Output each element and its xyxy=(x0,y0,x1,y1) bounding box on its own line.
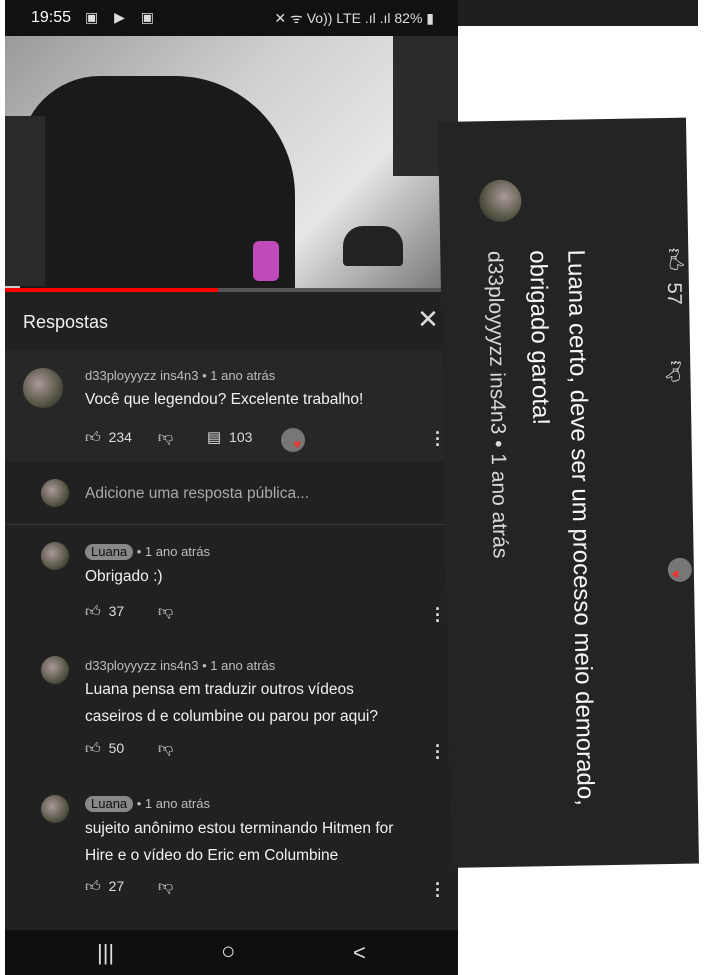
recent-apps-icon[interactable]: ||| xyxy=(97,940,114,966)
more-options-icon[interactable]: · · · xyxy=(433,875,443,905)
comment-time: • 1 ano atrás xyxy=(198,368,276,383)
comment-meta: Luana • 1 ano atrás xyxy=(85,796,210,812)
comment-line: caseiros d e columbine ou parou por aqui… xyxy=(85,708,378,725)
more-options-icon[interactable]: · · · xyxy=(433,737,443,767)
comment-line: sujeito anônimo estou terminando Hitmen … xyxy=(85,820,394,837)
like-count: 57 xyxy=(662,282,686,305)
replies-header: Respostas ✕ xyxy=(5,292,458,350)
comment-text: Luana pensa em traduzir outros vídeos ca… xyxy=(85,676,378,730)
comment-text: Obrigado :) xyxy=(85,568,163,585)
like-icon[interactable]: 👍︎ xyxy=(85,740,101,758)
like-count: 234 xyxy=(108,429,132,445)
comment-actions: 👍︎ 57 👎︎ ♥ ••• xyxy=(661,248,693,583)
reply-icon[interactable]: ▤ xyxy=(207,428,221,446)
panel-title: Respostas xyxy=(23,312,109,332)
like-icon[interactable]: 👍︎ xyxy=(85,429,101,447)
like-icon[interactable]: 👍︎ xyxy=(661,248,688,271)
like-count: 27 xyxy=(108,878,125,894)
rotated-comment-content: d33ployyyzz ins4n3 • 1 ano atrás Luana c… xyxy=(438,118,699,868)
reply-input-row[interactable]: Adicione uma resposta pública... xyxy=(5,462,445,525)
comment-actions: 👍︎ 37 👎︎ xyxy=(85,603,173,623)
user-avatar xyxy=(41,479,69,507)
comment-meta: d33ployyyzz ins4n3 • 1 ano atrás xyxy=(482,251,511,559)
close-icon[interactable]: ✕ xyxy=(416,306,440,332)
back-icon[interactable]: < xyxy=(353,940,366,966)
avatar[interactable] xyxy=(41,656,69,684)
home-icon[interactable]: ○ xyxy=(221,938,236,966)
reply-input[interactable]: Adicione uma resposta pública... xyxy=(85,485,309,503)
comment-author[interactable]: d33ployyyzz ins4n3 xyxy=(85,658,198,673)
dislike-icon[interactable]: 👎︎ xyxy=(158,429,173,447)
like-count: 50 xyxy=(108,740,125,756)
status-bar: 19:55 ▣ ▶ ▣ ✕ ᯤ Vo)) LTE .ıl .ıl 82% ▮ xyxy=(5,0,458,36)
comment-meta: d33ployyyzz ins4n3 • 1 ano atrás xyxy=(85,368,275,383)
comment-actions: 👍︎ 50 👎︎ xyxy=(85,740,173,760)
comment-meta: d33ployyyzz ins4n3 • 1 ano atrás xyxy=(85,658,275,673)
avatar[interactable] xyxy=(23,368,63,408)
more-options-icon[interactable]: · · · xyxy=(433,600,443,630)
comment-text: Você que legendou? Excelente trabalho! xyxy=(85,391,364,408)
comment-meta: Luana • 1 ano atrás xyxy=(85,544,210,560)
dislike-icon[interactable]: 👎︎ xyxy=(158,603,173,621)
battery-level: 82% xyxy=(394,10,423,26)
comment-line: Hire e o vídeo do Eric em Columbine xyxy=(85,847,339,864)
comment-time: • 1 ano atrás xyxy=(198,658,276,673)
comment-author[interactable]: d33ployyyzz ins4n3 xyxy=(483,251,509,435)
avatar[interactable] xyxy=(41,795,69,823)
like-count: 37 xyxy=(108,603,125,619)
rotated-comment-card: d33ployyyzz ins4n3 • 1 ano atrás Luana c… xyxy=(438,117,699,868)
comment-text: Luana certo, deve ser um processo meio d… xyxy=(524,249,599,807)
phone-screen: 19:55 ▣ ▶ ▣ ✕ ᯤ Vo)) LTE .ıl .ıl 82% ▮ R… xyxy=(5,0,458,975)
comment-author[interactable]: d33ployyyzz ins4n3 xyxy=(85,368,198,383)
signal-icon: ✕ ᯤ Vo)) LTE .ıl .ıl xyxy=(274,10,391,26)
system-icons: ✕ ᯤ Vo)) LTE .ıl .ıl 82% ▮ xyxy=(274,10,434,26)
comment-time: • 1 ano atrás xyxy=(133,544,210,559)
avatar[interactable] xyxy=(479,179,522,223)
comment-time: • 1 ano atrás xyxy=(486,434,512,559)
author-badge[interactable]: Luana xyxy=(85,796,134,812)
dislike-icon[interactable]: 👎︎ xyxy=(158,878,173,896)
like-icon[interactable]: 👍︎ xyxy=(85,878,101,896)
video-frame-object xyxy=(253,241,279,281)
video-frame-bag xyxy=(343,226,403,266)
avatar[interactable] xyxy=(41,542,69,570)
navigation-bar: ||| ○ < xyxy=(5,930,458,975)
comment-actions: 👍︎ 27 👎︎ xyxy=(85,878,173,898)
video-player[interactable] xyxy=(5,36,458,292)
parent-comment: d33ployyyzz ins4n3 • 1 ano atrás Você qu… xyxy=(5,350,445,462)
comment-actions: 👍︎ 234 👎︎ ▤ 103 xyxy=(85,428,252,448)
status-time: 19:55 xyxy=(31,9,72,26)
notification-icons: ▣ ▶ ▣ xyxy=(85,9,161,25)
dislike-icon[interactable]: 👎︎ xyxy=(158,740,173,758)
reply-count: 103 xyxy=(229,429,253,445)
comment-time: • 1 ano atrás xyxy=(133,796,210,811)
comment-line: Luana pensa em traduzir outros vídeos xyxy=(85,681,354,698)
background-dark-strip xyxy=(458,0,698,26)
video-frame-arm xyxy=(5,116,45,286)
heart-icon: ♥ xyxy=(667,569,684,579)
more-options-icon[interactable]: · · · xyxy=(433,424,443,454)
comment-text: sujeito anônimo estou terminando Hitmen … xyxy=(85,815,393,869)
dislike-icon[interactable]: 👎︎ xyxy=(663,360,690,383)
heart-icon: ♥ xyxy=(293,436,302,452)
like-icon[interactable]: 👍︎ xyxy=(85,603,101,621)
author-badge[interactable]: Luana xyxy=(85,544,134,560)
